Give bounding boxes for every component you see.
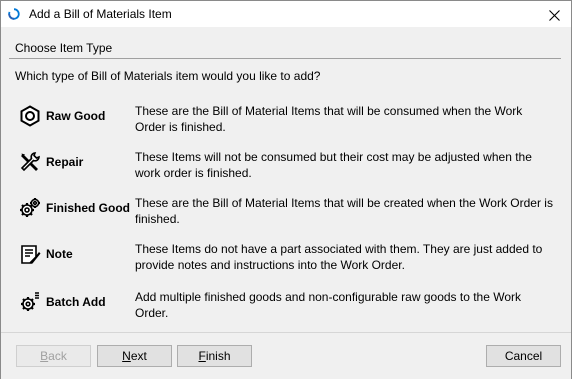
section-title: Choose Item Type bbox=[15, 41, 113, 55]
option-finished-good[interactable]: Finished Good These are the Bill of Mate… bbox=[15, 195, 560, 231]
option-batch-add[interactable]: Batch Add Add multiple finished goods an… bbox=[15, 289, 560, 325]
close-icon bbox=[548, 9, 560, 21]
option-label: Finished Good bbox=[46, 201, 130, 215]
back-label-rest: ack bbox=[48, 349, 67, 363]
next-button[interactable]: Next bbox=[97, 345, 172, 367]
app-icon bbox=[8, 8, 20, 20]
option-label: Repair bbox=[46, 155, 84, 169]
back-button[interactable]: Back bbox=[16, 345, 91, 367]
option-note[interactable]: Note These Items do not have a part asso… bbox=[15, 241, 560, 277]
option-description: These are the Bill of Material Items tha… bbox=[135, 104, 523, 134]
wrench-screwdriver-icon bbox=[20, 152, 40, 172]
title-bar: Add a Bill of Materials Item bbox=[1, 1, 571, 27]
next-mnemonic: N bbox=[122, 349, 131, 363]
wizard-content: Choose Item Type Which type of Bill of M… bbox=[1, 27, 571, 332]
back-mnemonic: B bbox=[40, 349, 49, 363]
question-text: Which type of Bill of Materials item wou… bbox=[15, 69, 321, 83]
gears-icon bbox=[20, 198, 40, 217]
button-bar: Back Next Finish Cancel bbox=[1, 332, 571, 379]
option-description: These are the Bill of Material Items tha… bbox=[135, 196, 553, 226]
option-raw-good[interactable]: Raw Good These are the Bill of Material … bbox=[15, 103, 560, 139]
option-label: Note bbox=[46, 247, 73, 261]
option-label: Batch Add bbox=[46, 295, 106, 309]
nut-icon bbox=[20, 105, 40, 127]
close-button[interactable] bbox=[545, 6, 563, 24]
option-description: Add multiple finished goods and non-conf… bbox=[135, 290, 522, 320]
section-divider bbox=[9, 58, 561, 59]
finish-button[interactable]: Finish bbox=[177, 345, 252, 367]
option-label: Raw Good bbox=[46, 109, 106, 123]
window-title: Add a Bill of Materials Item bbox=[29, 7, 172, 21]
finish-label-rest: inish bbox=[205, 349, 231, 363]
note-pen-icon bbox=[21, 245, 41, 264]
dialog-window: Add a Bill of Materials Item Choose Item… bbox=[0, 0, 572, 379]
next-label-rest: ext bbox=[130, 349, 147, 363]
cancel-button[interactable]: Cancel bbox=[486, 345, 561, 367]
finish-mnemonic: F bbox=[198, 349, 206, 363]
gear-batch-icon bbox=[21, 292, 39, 311]
option-description: These Items do not have a part associate… bbox=[135, 242, 543, 272]
option-description: These Items will not be consumed but the… bbox=[135, 150, 532, 180]
option-repair[interactable]: Repair These Items will not be consumed … bbox=[15, 149, 560, 185]
cancel-label: Cancel bbox=[504, 349, 543, 363]
